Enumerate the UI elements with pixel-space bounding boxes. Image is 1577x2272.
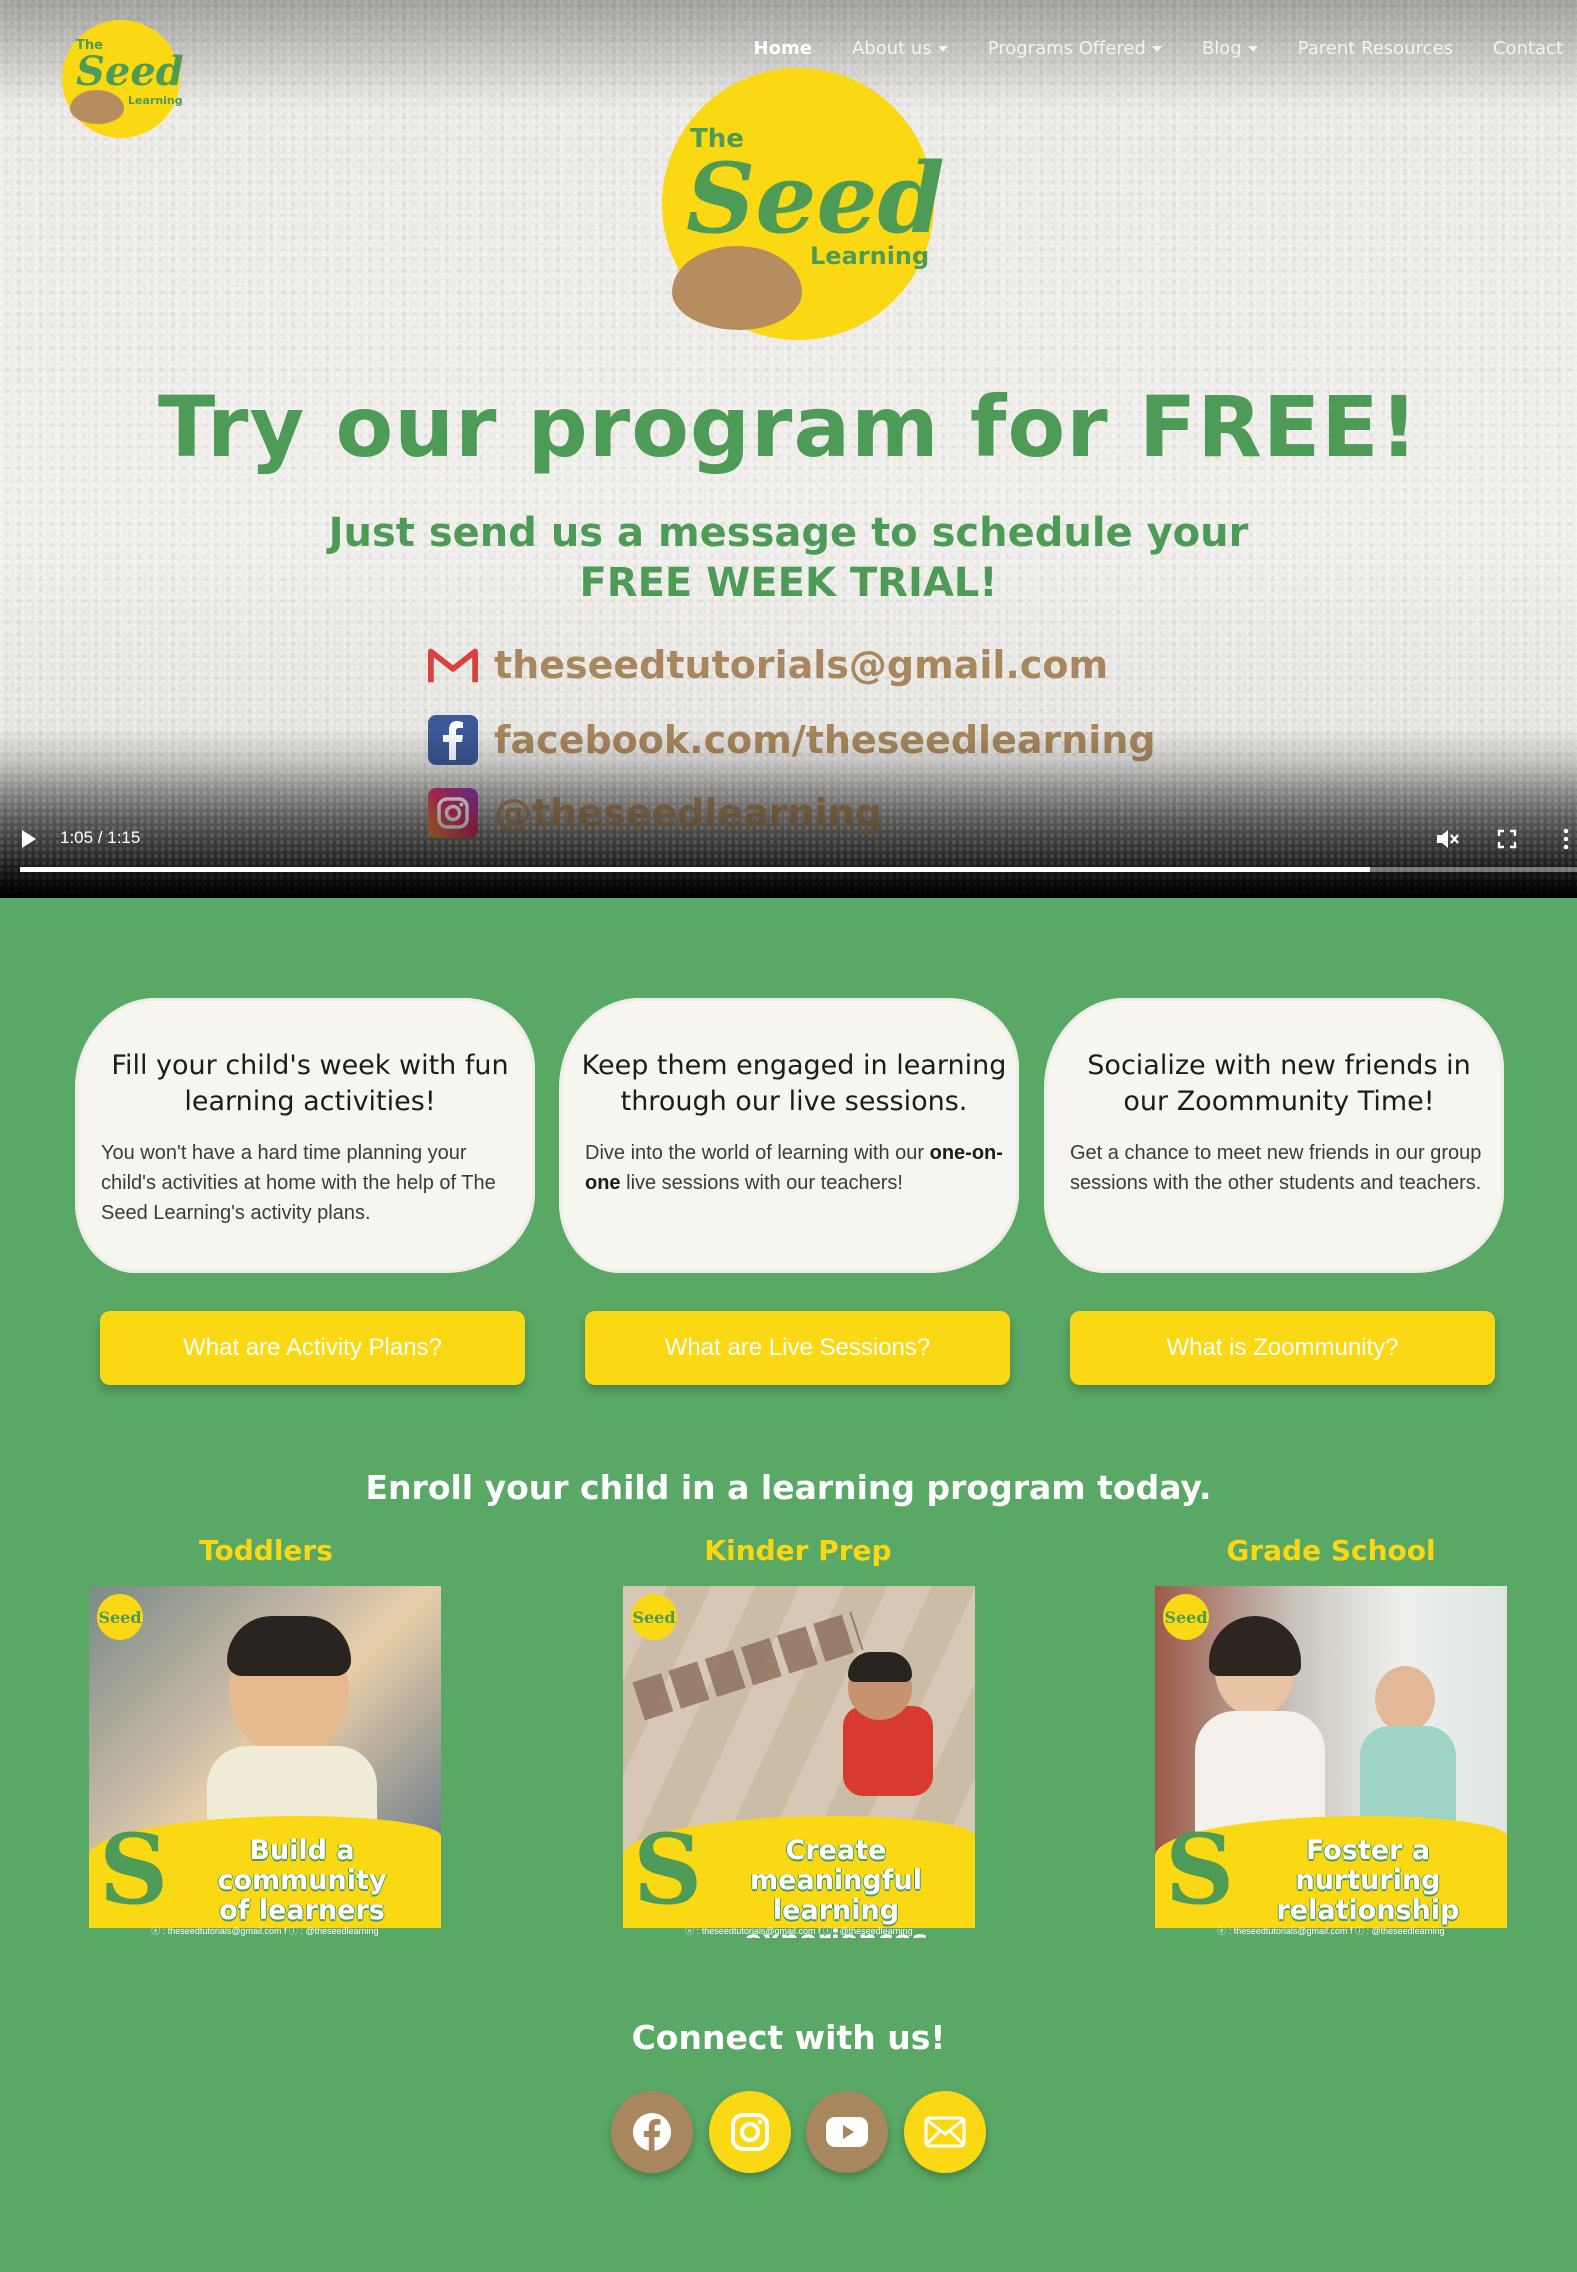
mute-icon[interactable] [1434,826,1460,852]
program-card-toddlers[interactable]: Seed S Build a community of learners ⓔ :… [89,1586,441,1938]
email-icon [924,2116,966,2148]
feature-card-zoommunity: Socialize with new friends in our Zoommu… [1044,998,1504,1273]
hero-contact-email: theseedtutorials@gmail.com [428,640,1108,690]
program-caption-line1: Build a community [217,1835,387,1896]
play-icon[interactable] [22,830,36,848]
program-footer: ⓔ : theseedtutorials@gmail.com f ⓘ : @th… [1217,1926,1445,1936]
zoommunity-button[interactable]: What is Zoommunity? [1070,1311,1495,1385]
card-background [75,998,535,1273]
mini-logo: Seed [1163,1594,1209,1640]
child-head [1375,1666,1435,1732]
card-background [559,998,1019,1273]
nav-parent-resources-label: Parent Resources [1297,38,1453,59]
gmail-icon [428,640,478,690]
child-body [843,1706,933,1796]
program-caption: Build a community of learners [169,1836,435,1926]
feature-card-title: Fill your child's week with fun learning… [111,1050,509,1117]
nav-contact-label: Contact [1492,38,1563,59]
logo-bean [70,90,124,124]
program-caption-line2: of learners [219,1895,385,1926]
hero-video[interactable]: The Seed Learning Home About us Programs… [0,0,1577,898]
hero-logo-seed: Seed [686,142,945,255]
seed-s-mark: S [633,1813,703,1926]
nav-home[interactable]: Home [754,38,812,59]
feature-card-body-part: Dive into the world of learning with our [585,1142,930,1164]
card-background [1044,998,1504,1273]
youtube-icon [826,2117,868,2147]
enroll-heading: Enroll your child in a learning program … [365,1468,1212,1507]
nav-blog[interactable]: Blog [1202,38,1258,59]
nav-programs-label: Programs Offered [987,38,1146,59]
feature-card-title: Keep them engaged in learning through ou… [581,1050,1007,1117]
program-title-toddlers: Toddlers [199,1534,333,1567]
feature-card-body: Dive into the world of learning with our… [585,1138,1005,1198]
program-footer: ⓔ : theseedtutorials@gmail.com f ⓘ : @th… [685,1926,913,1936]
nav-programs-offered[interactable]: Programs Offered [988,38,1162,59]
hero-subtitle: Just send us a message to schedule your … [0,508,1577,608]
nav-about-us[interactable]: About us [852,38,948,59]
program-footer: ⓔ : theseedtutorials@gmail.com f ⓘ : @th… [151,1926,379,1936]
program-card-kinder-prep[interactable]: Seed S Create meaningful learning experi… [623,1586,975,1938]
hero-contact-facebook-text: facebook.com/theseedlearning [494,718,1156,762]
mini-logo: Seed [97,1594,143,1640]
connect-heading: Connect with us! [631,2018,946,2057]
video-progress-bar[interactable] [20,867,1577,872]
social-instagram-button[interactable] [709,2091,791,2173]
feature-card-body: Get a chance to meet new friends in our … [1070,1142,1482,1194]
hero-logo-bean [672,246,802,330]
program-caption-line1: Foster a nurturing [1295,1835,1441,1896]
feature-card-title: Socialize with new friends in our Zoommu… [1087,1050,1471,1117]
logo-seed-text: Seed [76,48,184,95]
seed-s-mark: S [1165,1813,1235,1926]
main-nav: Home About us Programs Offered Blog Pare… [754,38,1563,59]
program-caption-line2: relationship [1276,1895,1460,1926]
feature-card-live-sessions: Keep them engaged in learning through ou… [559,998,1019,1273]
feature-card-body: You won't have a hard time planning your… [101,1142,496,1224]
mini-logo: Seed [631,1594,677,1640]
chevron-down-icon [937,46,948,52]
social-facebook-button[interactable] [611,2091,693,2173]
child-hair [848,1652,912,1682]
activity-plans-button[interactable]: What are Activity Plans? [100,1311,525,1385]
nav-home-label: Home [753,38,812,59]
hero-logo-learning: Learning [810,242,930,270]
program-title-kinder-prep: Kinder Prep [704,1534,892,1567]
program-title-grade-school: Grade School [1226,1534,1436,1567]
facebook-icon [428,715,478,765]
social-email-button[interactable] [904,2091,986,2173]
program-caption: Create meaningful learning experiences [703,1835,969,1939]
instagram-icon [731,2113,769,2151]
hero-logo: The Seed Learning [662,68,945,340]
facebook-icon [633,2113,671,2152]
fullscreen-icon[interactable] [1494,826,1520,852]
program-card-grade-school[interactable]: Seed S Foster a nurturing relationship ⓔ… [1155,1586,1507,1938]
feature-card-activity-plans: Fill your child's week with fun learning… [75,998,535,1273]
video-time: 1:05 / 1:15 [60,828,141,847]
program-caption: Foster a nurturing relationship [1235,1836,1501,1926]
video-progress-fill [20,867,1370,872]
hero-contact-facebook: facebook.com/theseedlearning [428,715,1156,765]
chevron-down-icon [1247,46,1258,52]
hero-title: Try our program for FREE! [157,378,1419,476]
video-controls: 1:05 / 1:15 [0,812,1577,898]
logo-learning-text: Learning [128,94,183,107]
hero-subtitle-line2: FREE WEEK TRIAL! [579,560,998,606]
feature-card-body-part: live sessions with our teachers! [620,1172,903,1194]
child-hair [227,1616,351,1676]
hero-contact-email-text: theseedtutorials@gmail.com [494,643,1109,687]
nav-blog-label: Blog [1201,38,1242,59]
nav-parent-resources[interactable]: Parent Resources [1298,38,1453,59]
live-sessions-button[interactable]: What are Live Sessions? [585,1311,1010,1385]
social-youtube-button[interactable] [806,2091,888,2173]
nav-contact[interactable]: Contact [1493,38,1563,59]
site-logo[interactable]: The Seed Learning [62,20,184,138]
program-caption-line1: Create meaningful [750,1835,922,1896]
teacher-hair [1209,1616,1301,1676]
nav-about-us-label: About us [851,38,932,59]
seed-s-mark: S [99,1813,169,1926]
more-options-icon[interactable] [1558,826,1577,852]
chevron-down-icon [1151,46,1162,52]
hero-subtitle-line1: Just send us a message to schedule your [328,510,1249,556]
